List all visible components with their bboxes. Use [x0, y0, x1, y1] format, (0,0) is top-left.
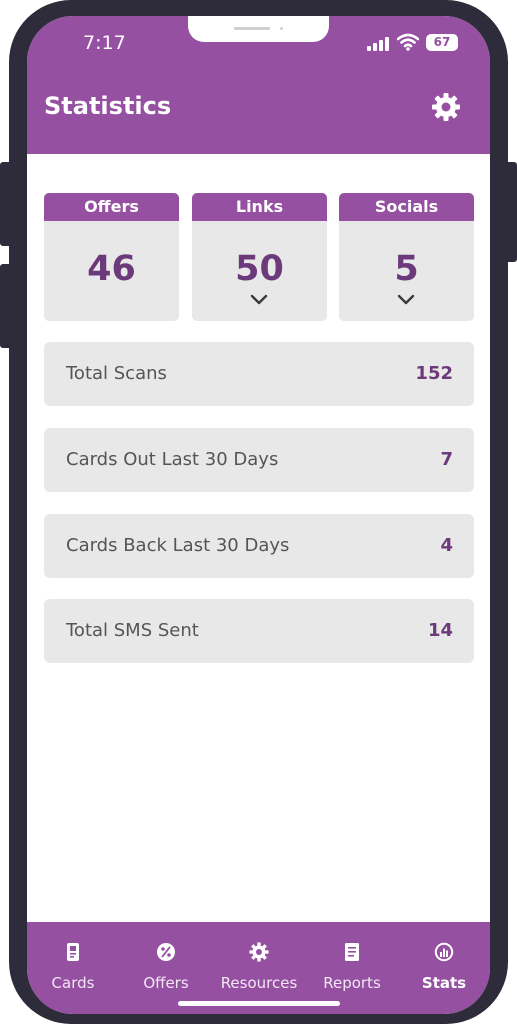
power-button	[505, 162, 517, 262]
app-header: 7:17 67 Statistics	[27, 16, 490, 154]
stat-card-value: 50	[235, 249, 284, 289]
volume-down-button	[0, 264, 12, 348]
chevron-down-icon[interactable]	[250, 294, 268, 306]
volume-up-button	[0, 162, 12, 246]
stats-icon	[434, 942, 454, 962]
stat-row-value: 7	[440, 449, 453, 470]
stat-row-cards-back: Cards Back Last 30 Days 4	[44, 514, 474, 578]
stat-row-cards-out: Cards Out Last 30 Days 7	[44, 428, 474, 492]
stat-card-value: 5	[394, 249, 419, 289]
battery-icon: 67	[426, 34, 458, 51]
gear-icon	[249, 942, 269, 962]
tab-label: Offers	[143, 974, 189, 992]
speaker-grille	[234, 27, 270, 30]
wifi-icon	[397, 33, 419, 51]
signal-icon	[367, 37, 389, 51]
app-screen: 7:17 67 Statistics Offers 46 Links 50 So…	[27, 16, 490, 1014]
document-icon	[345, 943, 359, 961]
stat-card-label: Offers	[44, 193, 179, 221]
stat-row-value: 152	[415, 363, 453, 384]
status-time: 7:17	[83, 32, 126, 54]
card-icon	[67, 943, 79, 961]
tab-label: Cards	[51, 974, 95, 992]
stat-card-offers[interactable]: Offers 46	[44, 193, 179, 321]
stat-row-label: Total SMS Sent	[66, 620, 199, 641]
stat-row-label: Total Scans	[66, 363, 167, 384]
stat-row-label: Cards Back Last 30 Days	[66, 535, 290, 556]
stat-card-value: 46	[87, 249, 136, 289]
stat-card-label: Socials	[339, 193, 474, 221]
tab-stats[interactable]: Stats	[398, 922, 490, 1014]
percent-icon	[157, 943, 175, 961]
camera-dot	[280, 27, 283, 30]
stat-card-links[interactable]: Links 50	[192, 193, 327, 321]
stat-row-value: 14	[427, 620, 453, 641]
chevron-down-icon[interactable]	[397, 294, 415, 306]
home-indicator[interactable]	[178, 1001, 340, 1006]
stat-card-label: Links	[192, 193, 327, 221]
stat-card-socials[interactable]: Socials 5	[339, 193, 474, 321]
stat-row-sms-sent: Total SMS Sent 14	[44, 599, 474, 663]
settings-gear-icon[interactable]	[431, 92, 461, 122]
tab-label: Stats	[421, 974, 467, 992]
tab-label: Resources	[220, 974, 298, 992]
camera-notch	[188, 16, 329, 42]
stat-row-label: Cards Out Last 30 Days	[66, 449, 279, 470]
page-title: Statistics	[44, 92, 172, 120]
stat-row-total-scans: Total Scans 152	[44, 342, 474, 406]
stat-row-value: 4	[440, 535, 453, 556]
tab-cards[interactable]: Cards	[27, 922, 119, 1014]
tab-label: Reports	[323, 974, 381, 992]
